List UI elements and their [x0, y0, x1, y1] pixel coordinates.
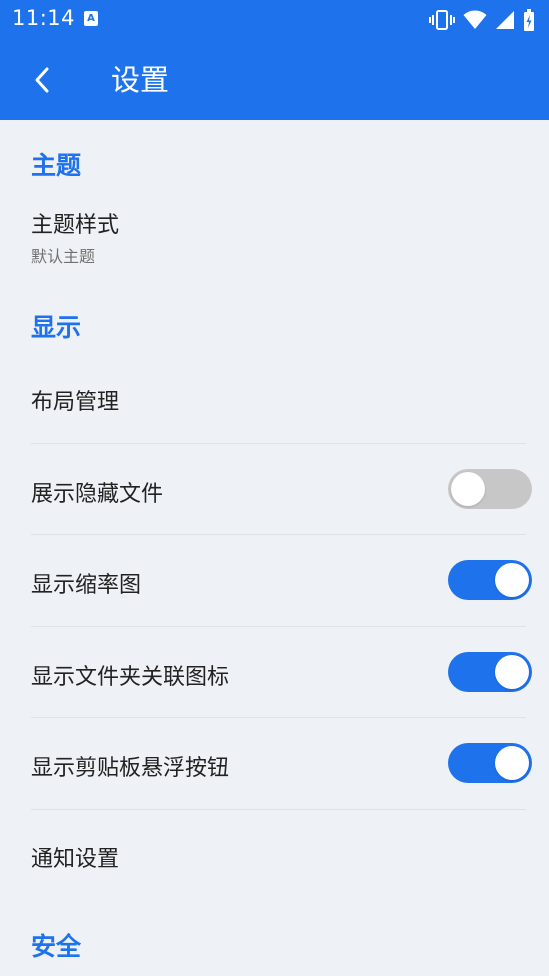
toggle-knob: [451, 472, 485, 506]
wifi-icon: [463, 10, 487, 29]
section-header-security: 安全: [31, 932, 82, 961]
show-hidden-files-toggle[interactable]: [448, 469, 532, 509]
section-header-display: 显示: [31, 313, 82, 342]
page-title: 设置: [111, 63, 170, 97]
show-thumbnails-toggle[interactable]: [448, 560, 532, 600]
settings-item-layout-manage[interactable]: 布局管理: [0, 356, 549, 442]
status-time: 11:14: [12, 6, 76, 30]
status-icons: [429, 8, 535, 32]
chevron-left-icon: [35, 67, 49, 93]
settings-item-show-hidden-files[interactable]: 展示隐藏文件: [0, 444, 549, 534]
show-thumbnails-title: 显示缩率图: [31, 573, 142, 598]
show-clipboard-button-toggle[interactable]: [448, 743, 532, 783]
status-bar: 11:14 A: [0, 0, 549, 40]
settings-item-show-folder-icons[interactable]: 显示文件夹关联图标: [0, 627, 549, 717]
theme-style-title: 主题样式: [31, 213, 120, 238]
settings-item-show-thumbnails[interactable]: 显示缩率图: [0, 535, 549, 626]
toggle-knob: [495, 746, 529, 780]
show-folder-icons-toggle[interactable]: [448, 652, 532, 692]
theme-style-subtitle: 默认主题: [31, 247, 96, 266]
show-folder-icons-title: 显示文件夹关联图标: [31, 665, 230, 690]
app-notification-letter: A: [87, 13, 95, 24]
settings-item-show-clipboard-button[interactable]: 显示剪贴板悬浮按钮: [0, 718, 549, 809]
app-notification-icon: A: [84, 11, 98, 26]
show-hidden-files-title: 展示隐藏文件: [31, 482, 164, 507]
back-button[interactable]: [24, 60, 64, 100]
show-clipboard-button-title: 显示剪贴板悬浮按钮: [31, 756, 230, 781]
settings-item-notification-settings[interactable]: 通知设置: [0, 810, 549, 900]
notification-settings-title: 通知设置: [31, 847, 120, 872]
toggle-knob: [495, 563, 529, 597]
toggle-knob: [495, 655, 529, 689]
battery-icon: [524, 9, 534, 31]
vibrate-icon: [429, 10, 455, 30]
signal-icon: [496, 11, 514, 29]
app-bar: 设置: [0, 40, 549, 120]
section-header-theme: 主题: [31, 151, 82, 180]
settings-item-theme-style[interactable]: 主题样式 默认主题: [0, 200, 549, 274]
layout-manage-title: 布局管理: [31, 390, 120, 415]
